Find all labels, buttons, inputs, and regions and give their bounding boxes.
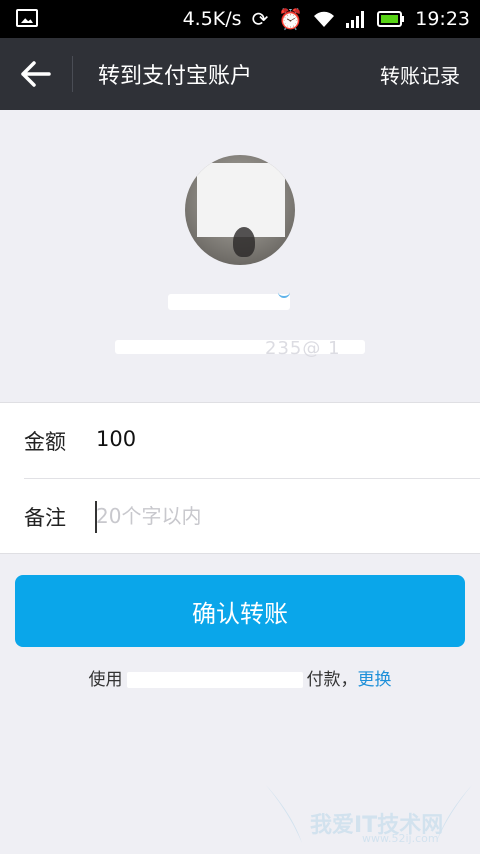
back-arrow-icon[interactable]	[18, 56, 54, 92]
change-payment-link[interactable]: 更换	[358, 670, 392, 690]
confirm-transfer-button[interactable]: 确认转账	[15, 575, 465, 647]
recipient-account-redacted: 235@ 1	[115, 338, 365, 359]
amount-field[interactable]: 100	[96, 427, 136, 451]
transfer-records-button[interactable]: 转账记录	[380, 60, 460, 89]
memo-row[interactable]: 备注	[0, 479, 480, 554]
name-redaction	[168, 294, 290, 310]
payment-suffix: 付款，	[306, 670, 358, 690]
memo-label: 备注	[24, 506, 66, 530]
nav-divider	[72, 56, 73, 92]
watermark-url: www.52ij.com	[362, 832, 439, 845]
payment-method-redacted	[126, 672, 303, 688]
amount-label: 金额	[24, 430, 66, 454]
sync-icon: ⟳	[251, 7, 269, 31]
account-fragment: 235@ 1	[265, 338, 341, 359]
recipient-profile: 235@ 1	[0, 110, 480, 402]
alarm-icon: ⏰	[278, 7, 304, 31]
status-bar: 4.5K/s ⟳ ⏰ 19:23	[0, 0, 480, 38]
battery-icon	[377, 10, 405, 28]
navigation-bar: 转到支付宝账户 转账记录	[0, 38, 480, 110]
watermark-logo: 我爱IT技术网 www.52ij.com	[262, 775, 476, 851]
memo-input[interactable]	[96, 497, 456, 535]
amount-row[interactable]: 金额 100	[0, 403, 480, 479]
payment-method-line: 使用 付款，更换	[0, 665, 480, 690]
recipient-name-redacted	[168, 288, 290, 314]
page-title: 转到支付宝账户	[98, 64, 253, 89]
wifi-icon	[313, 10, 335, 28]
image-notification-icon	[16, 9, 38, 27]
payment-prefix: 使用	[88, 670, 123, 690]
clock-time: 19:23	[415, 8, 470, 30]
signal-icon	[345, 10, 367, 28]
transfer-form: 金额 100 备注	[0, 402, 480, 554]
network-speed: 4.5K/s	[182, 8, 242, 30]
recipient-avatar	[185, 155, 295, 265]
status-icons: 4.5K/s ⟳ ⏰ 19:23	[183, 0, 470, 38]
